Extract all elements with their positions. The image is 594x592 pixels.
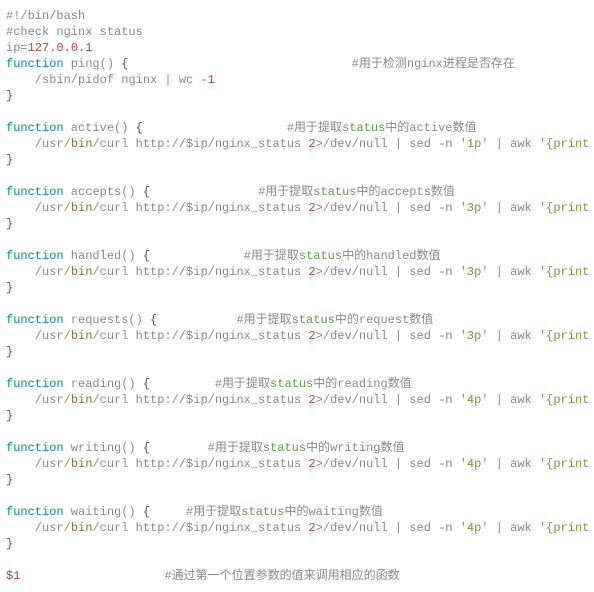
func-writing-body: /usr/bin/curl http://$ip/nginx_status 2>… (6, 457, 594, 471)
func-active-body: /usr/bin/curl http://$ip/nginx_status 2>… (6, 137, 594, 151)
func-reading-body: /usr/bin/curl http://$ip/nginx_status 2>… (6, 393, 594, 407)
func-active-decl: function active() { #用于提取status中的active数… (6, 121, 477, 135)
shebang-line: #!/bin/bash (6, 9, 85, 23)
func-accepts-decl: function accepts() { #用于提取status中的accept… (6, 185, 455, 199)
brace-close: } (6, 473, 13, 487)
brace-close: } (6, 217, 13, 231)
func-waiting-decl: function waiting() { #用于提取status中的waitin… (6, 505, 383, 519)
func-handled-body: /usr/bin/curl http://$ip/nginx_status 2>… (6, 265, 594, 279)
brace-close: } (6, 281, 13, 295)
brace-close: } (6, 409, 13, 423)
brace-close: } (6, 345, 13, 359)
comment-check: #check nginx status (6, 25, 143, 39)
brace-close: } (6, 153, 13, 167)
func-requests-decl: function requests() { #用于提取status中的reque… (6, 313, 433, 327)
func-writing-decl: function writing() { #用于提取status中的writin… (6, 441, 404, 455)
footer-line: $1 #通过第一个位置参数的值来调用相应的函数 (6, 569, 400, 583)
brace-close: } (6, 89, 13, 103)
func-handled-decl: function handled() { #用于提取status中的handle… (6, 249, 441, 263)
func-waiting-body: /usr/bin/curl http://$ip/nginx_status 2>… (6, 521, 594, 535)
func-ping-decl: function ping() { #用于检测nginx进程是否存在 (6, 57, 515, 71)
ip-assign: ip=127.0.0.1 (6, 41, 92, 55)
code-block: #!/bin/bash #check nginx status ip=127.0… (0, 0, 594, 592)
func-reading-decl: function reading() { #用于提取status中的readin… (6, 377, 412, 391)
func-ping-body: /sbin/pidof nginx | wc -1 (6, 73, 215, 87)
func-requests-body: /usr/bin/curl http://$ip/nginx_status 2>… (6, 329, 594, 343)
func-accepts-body: /usr/bin/curl http://$ip/nginx_status 2>… (6, 201, 594, 215)
brace-close: } (6, 537, 13, 551)
